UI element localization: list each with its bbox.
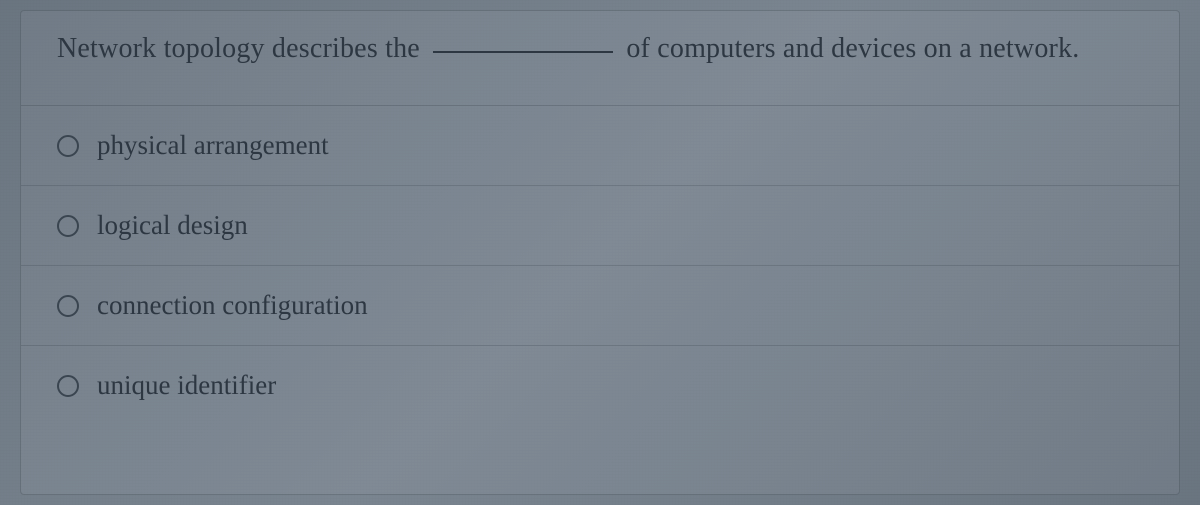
radio-icon[interactable] xyxy=(57,135,79,157)
option-label: physical arrangement xyxy=(97,130,329,161)
option-row[interactable]: connection configuration xyxy=(21,266,1179,346)
option-row[interactable]: physical arrangement xyxy=(21,106,1179,186)
radio-icon[interactable] xyxy=(57,215,79,237)
question-suffix: of computers and devices on a network. xyxy=(626,33,1079,64)
radio-icon[interactable] xyxy=(57,375,79,397)
radio-icon[interactable] xyxy=(57,295,79,317)
question-area: Network topology describes the of comput… xyxy=(21,11,1179,106)
option-label: unique identifier xyxy=(97,370,276,401)
option-row[interactable]: logical design xyxy=(21,186,1179,266)
question-prefix: Network topology describes the xyxy=(57,33,420,64)
option-label: logical design xyxy=(97,210,248,241)
options-list: physical arrangement logical design conn… xyxy=(21,106,1179,425)
fill-in-blank xyxy=(433,51,613,53)
option-label: connection configuration xyxy=(97,290,368,321)
option-row[interactable]: unique identifier xyxy=(21,346,1179,425)
quiz-card: Network topology describes the of comput… xyxy=(20,10,1180,495)
question-text: Network topology describes the of comput… xyxy=(57,33,1143,65)
